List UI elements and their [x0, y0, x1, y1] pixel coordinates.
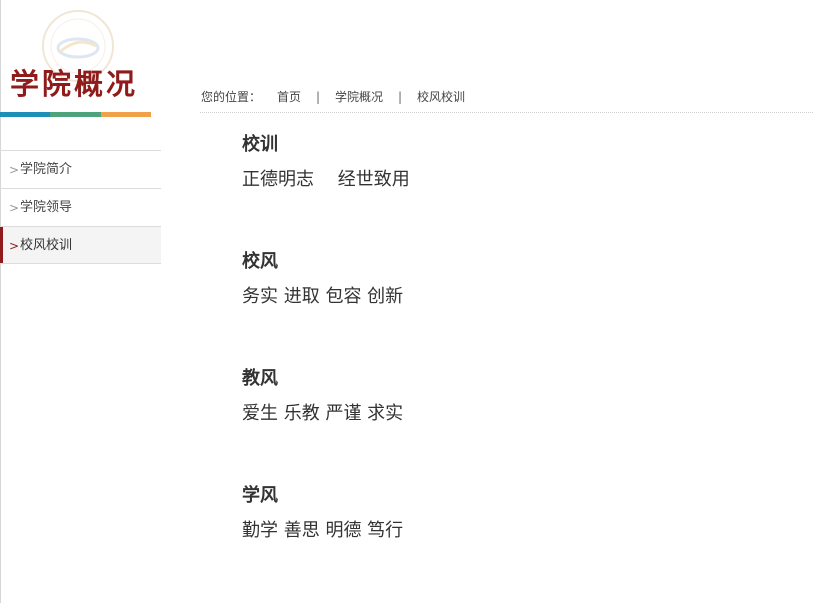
section-heading: 校风	[242, 251, 278, 272]
chevron-right-icon: >	[9, 239, 20, 253]
breadcrumb-prefix: 您的位置：	[201, 90, 262, 104]
chevron-right-icon: >	[9, 201, 20, 215]
sidebar-nav: > 学院简介 > 学院领导 > 校风校训	[0, 150, 161, 264]
sidebar-color-bar	[0, 112, 151, 117]
breadcrumb: 您的位置： 首页 | 学院概况 | 校风校训	[201, 88, 465, 105]
section-school-spirit: 校风 务实 进取 包容 创新	[242, 247, 782, 364]
breadcrumb-divider	[200, 112, 813, 113]
breadcrumb-home-link[interactable]: 首页	[277, 90, 301, 104]
page-left-border	[0, 0, 1, 603]
sidebar-item-leadership[interactable]: > 学院领导	[0, 188, 161, 226]
section-teaching-spirit: 教风 爱生 乐教 严谨 求实	[242, 364, 782, 481]
sidebar-item-label: 校风校训	[20, 238, 73, 253]
section-heading: 校训	[242, 134, 278, 155]
breadcrumb-separator: |	[398, 90, 403, 104]
sidebar-item-motto[interactable]: > 校风校训	[0, 226, 161, 264]
sidebar-item-label: 学院简介	[20, 162, 73, 177]
breadcrumb-separator: |	[316, 90, 321, 104]
section-body: 正德明志 经世致用	[242, 169, 410, 190]
breadcrumb-level1-link[interactable]: 学院概况	[335, 90, 383, 104]
section-heading: 教风	[242, 368, 278, 389]
breadcrumb-current-link[interactable]: 校风校训	[417, 90, 465, 104]
section-body: 爱生 乐教 严谨 求实	[242, 403, 404, 424]
chevron-right-icon: >	[9, 163, 20, 177]
section-heading: 学风	[242, 485, 278, 506]
sidebar-title: 学院概况	[10, 67, 139, 101]
sidebar-item-intro[interactable]: > 学院简介	[0, 150, 161, 188]
sidebar-item-label: 学院领导	[20, 200, 73, 215]
section-body: 勤学 善思 明德 笃行	[242, 520, 404, 541]
color-bar-green	[50, 112, 101, 117]
section-study-spirit: 学风 勤学 善思 明德 笃行	[242, 481, 782, 598]
section-motto: 校训 正德明志 经世致用	[242, 130, 782, 247]
main-content: 校训 正德明志 经世致用 校风 务实 进取 包容 创新 教风 爱生 乐教 严谨 …	[242, 130, 782, 598]
color-bar-blue	[0, 112, 51, 117]
section-body: 务实 进取 包容 创新	[242, 286, 404, 307]
color-bar-orange	[100, 112, 151, 117]
